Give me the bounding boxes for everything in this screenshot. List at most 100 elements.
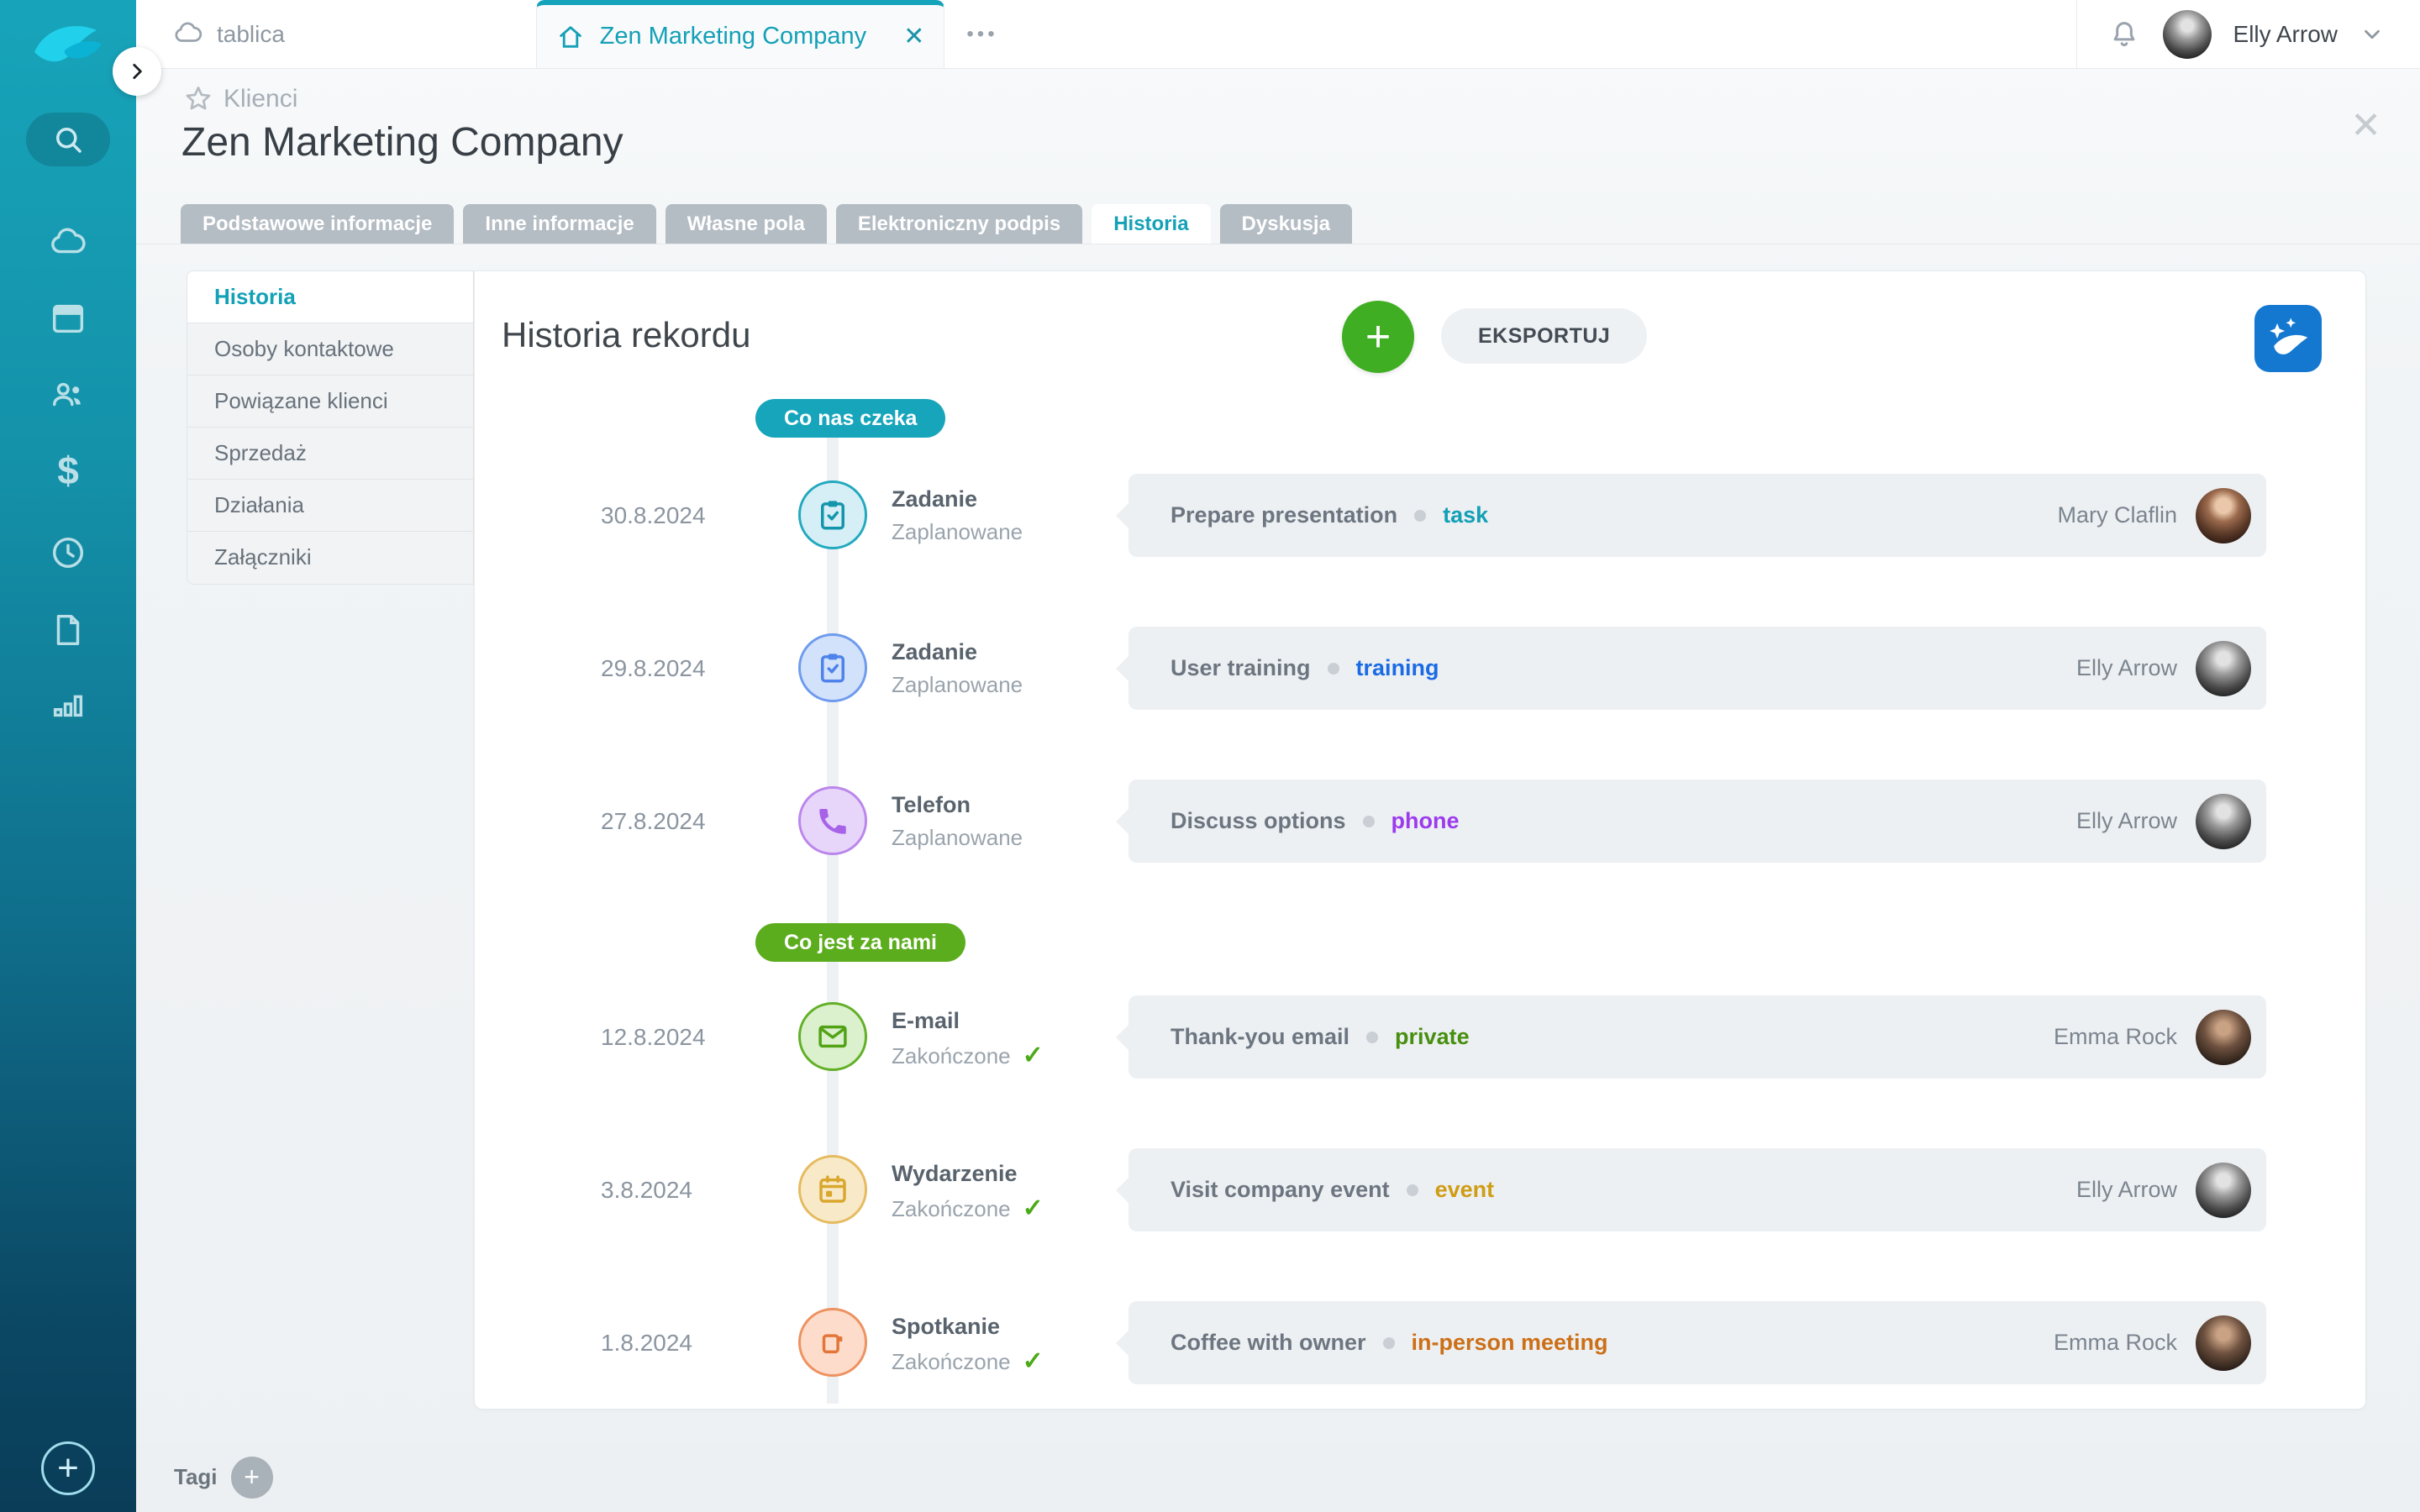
reports-icon[interactable] [41, 677, 95, 731]
activity-title: Visit company event [1171, 1177, 1390, 1203]
timeline-date: 30.8.2024 [601, 474, 706, 557]
page-title: Zen Marketing Company [182, 119, 623, 165]
ai-bird-sparkles-icon[interactable] [2254, 305, 2322, 372]
submenu-item-6[interactable]: Załączniki [187, 532, 473, 584]
person-avatar [2196, 1315, 2251, 1371]
timeline-activity-card[interactable]: User training training Elly Arrow [1128, 627, 2266, 710]
history-panel: Historia rekordu + EKSPORTUJ Co nas czek… [474, 270, 2366, 1410]
clipboard-check-icon [798, 633, 867, 702]
sales-icon[interactable]: $ [41, 444, 95, 497]
done-check-icon: ✓ [1023, 1347, 1044, 1375]
person-name: Mary Claflin [2057, 502, 2177, 528]
timeline-row: 30.8.2024 Zadanie Zaplanowane Prepare pr… [475, 474, 2365, 557]
submenu-item-1[interactable]: Historia [187, 271, 473, 323]
timeline-activity-card[interactable]: Discuss options phone Elly Arrow [1128, 780, 2266, 863]
coffee-cup-icon [798, 1308, 867, 1377]
person-name: Emma Rock [2054, 1024, 2177, 1050]
activity-tag: training [1356, 655, 1439, 681]
timeline-activity-card[interactable]: Thank-you email private Emma Rock [1128, 995, 2266, 1079]
submenu-item-2[interactable]: Osoby kontaktowe [187, 323, 473, 375]
timeline-row: 1.8.2024 Spotkanie Zakończone✓ Coffee wi… [475, 1301, 2365, 1384]
user-name: Elly Arrow [2233, 21, 2338, 48]
sidebar-expand-button[interactable] [113, 47, 161, 96]
timeline-status-label: Zakończone✓ [892, 1194, 1044, 1223]
search-icon[interactable] [26, 113, 110, 166]
contacts-icon[interactable] [41, 368, 95, 422]
submenu-item-5[interactable]: Działania [187, 480, 473, 532]
activity-title: Thank-you email [1171, 1024, 1349, 1050]
tab-close-icon[interactable]: ✕ [903, 22, 924, 51]
timeline-type-label: Zadanie [892, 639, 1023, 665]
time-icon[interactable] [41, 526, 95, 580]
notifications-bell-icon[interactable] [2107, 18, 2141, 51]
timeline-status-label: Zaplanowane [892, 825, 1023, 851]
tab-board[interactable]: tablica [136, 0, 536, 68]
envelope-icon [798, 1002, 867, 1071]
sidebar: $ + [0, 0, 136, 1512]
activity-title: Discuss options [1171, 808, 1346, 834]
person-name: Emma Rock [2054, 1330, 2177, 1356]
record-tab-6[interactable]: Dyskusja [1220, 204, 1352, 244]
activity-title: Prepare presentation [1171, 502, 1397, 528]
sidebar-add-button[interactable]: + [41, 1441, 95, 1495]
calendar-event-icon [798, 1155, 867, 1224]
timeline-row: 29.8.2024 Zadanie Zaplanowane User train… [475, 627, 2365, 710]
add-tag-button[interactable]: + [231, 1457, 273, 1499]
breadcrumb: Klienci [183, 84, 297, 114]
person-name: Elly Arrow [2076, 1177, 2177, 1203]
tags-label: Tagi [174, 1464, 218, 1490]
phone-icon [798, 786, 867, 855]
app-logo-bird-icon [20, 15, 116, 76]
person-avatar [2196, 1163, 2251, 1218]
calendar-icon[interactable] [41, 291, 95, 344]
record-tab-4[interactable]: Elektroniczny podpis [836, 204, 1082, 244]
timeline-type-label: Wydarzenie [892, 1161, 1044, 1187]
record-tab-2[interactable]: Inne informacje [463, 204, 655, 244]
favorite-star-icon[interactable] [183, 84, 213, 114]
panel-title: Historia rekordu [502, 315, 750, 355]
dot-separator-icon [1383, 1337, 1395, 1349]
export-button[interactable]: EKSPORTUJ [1441, 308, 1647, 364]
record-tab-1[interactable]: Podstawowe informacje [181, 204, 454, 244]
tab-more-icon[interactable]: ••• [944, 0, 1020, 68]
add-history-button[interactable]: + [1342, 301, 1414, 373]
user-avatar[interactable] [2163, 10, 2212, 59]
timeline-type-label: Telefon [892, 792, 1023, 818]
submenu-item-4[interactable]: Sprzedaż [187, 428, 473, 480]
timeline-type-label: E-mail [892, 1008, 1044, 1034]
activity-title: Coffee with owner [1171, 1330, 1366, 1356]
tab-record[interactable]: Zen Marketing Company ✕ [536, 0, 944, 68]
dot-separator-icon [1414, 510, 1426, 522]
home-icon [556, 23, 585, 51]
tab-record-label: Zen Marketing Company [600, 23, 867, 50]
dot-separator-icon [1363, 816, 1375, 827]
dot-separator-icon [1328, 663, 1339, 675]
record-tab-5[interactable]: Historia [1092, 204, 1210, 244]
chevron-down-icon[interactable] [2360, 22, 2385, 47]
cloud-tab-icon [173, 19, 203, 50]
cloud-icon[interactable] [41, 217, 95, 270]
topbar: tablica Zen Marketing Company ✕ ••• Elly… [136, 0, 2420, 69]
record-view: Klienci Zen Marketing Company ✕ Podstawo… [136, 69, 2420, 1512]
documents-icon[interactable] [41, 603, 95, 657]
person-name: Elly Arrow [2076, 808, 2177, 834]
user-menu[interactable]: Elly Arrow [2076, 0, 2420, 68]
timeline-activity-card[interactable]: Prepare presentation task Mary Claflin [1128, 474, 2266, 557]
timeline-row: 12.8.2024 E-mail Zakończone✓ Thank-you e… [475, 995, 2365, 1079]
timeline-activity-card[interactable]: Visit company event event Elly Arrow [1128, 1148, 2266, 1231]
timeline-date: 27.8.2024 [601, 780, 706, 863]
activity-tag: private [1395, 1024, 1470, 1050]
timeline-row: 27.8.2024 Telefon Zaplanowane Discuss op… [475, 780, 2365, 863]
submenu-item-3[interactable]: Powiązane klienci [187, 375, 473, 428]
activity-title: User training [1171, 655, 1311, 681]
activity-tag: phone [1392, 808, 1460, 834]
timeline-activity-card[interactable]: Coffee with owner in-person meeting Emma… [1128, 1301, 2266, 1384]
record-tab-3[interactable]: Własne pola [666, 204, 827, 244]
timeline-type-label: Spotkanie [892, 1314, 1044, 1340]
person-avatar [2196, 488, 2251, 543]
done-check-icon: ✓ [1023, 1194, 1044, 1222]
breadcrumb-label: Klienci [224, 85, 297, 113]
person-avatar [2196, 794, 2251, 849]
close-record-icon[interactable]: ✕ [2350, 108, 2381, 144]
timeline-status-label: Zakończone✓ [892, 1347, 1044, 1376]
